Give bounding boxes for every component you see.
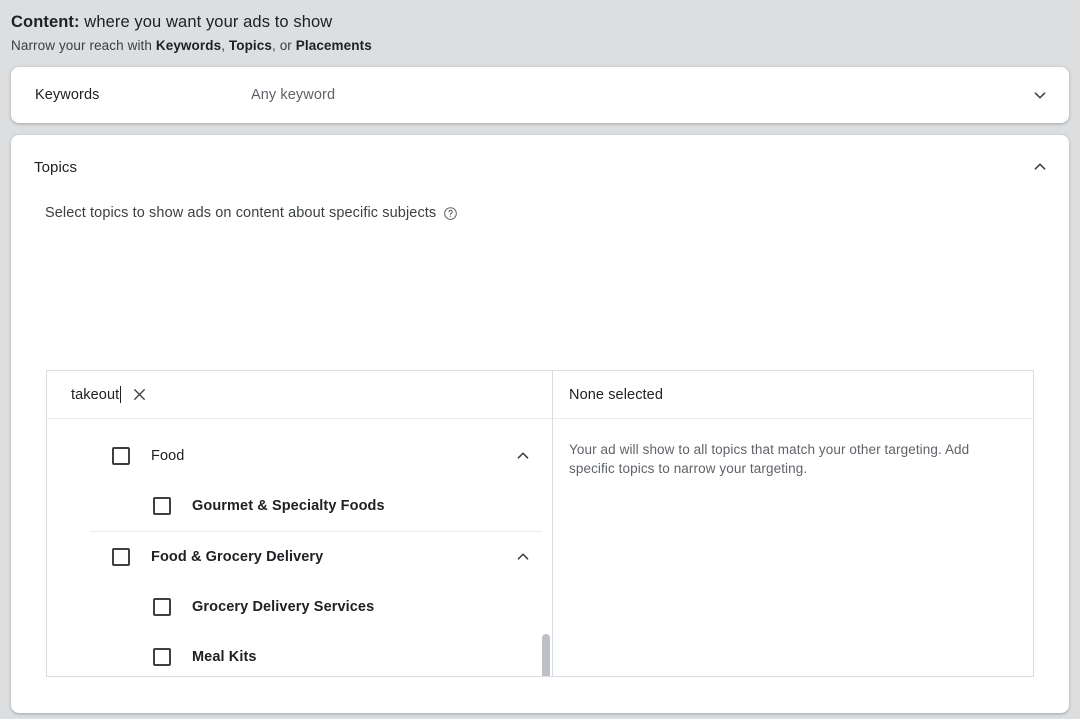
topic-picker-left: Food Gourmet & Specialty Foods [47,371,553,676]
selected-empty-message: Your ad will show to all topics that mat… [569,442,970,476]
page-subtitle: Narrow your reach with Keywords, Topics,… [11,36,1080,56]
topic-picker-right: None selected Your ad will show to all t… [553,371,1033,676]
page-header: Content: where you want your ads to show… [0,0,1080,56]
topics-title: Topics [34,158,78,176]
chevron-up-icon[interactable] [1029,156,1051,178]
checkbox[interactable] [112,447,130,465]
topic-picker: Food Gourmet & Specialty Foods [46,370,1034,677]
checkbox[interactable] [112,548,130,566]
topic-group: Food Gourmet & Specialty Foods [90,431,542,531]
checkbox[interactable] [153,497,171,515]
subtitle-prefix: Narrow your reach with [11,38,156,53]
subtitle-keywords: Keywords [155,38,222,53]
topics-card: Topics Select topics to show ads on cont… [11,135,1069,713]
chevron-down-icon[interactable] [1029,84,1051,106]
keywords-label: Keywords [35,87,100,103]
topic-node-label: Gourmet & Specialty Foods [192,498,385,514]
topic-node-parent[interactable]: Food [90,431,542,481]
topic-node-child[interactable]: Meal Kits [90,632,542,676]
topic-node-label: Meal Kits [192,649,257,665]
topics-description-row: Select topics to show ads on content abo… [11,178,1069,221]
help-circle-icon[interactable] [443,206,458,221]
page-title-strong: Content: [11,13,80,31]
topic-node-label: Grocery Delivery Services [192,599,375,615]
text-caret [120,386,121,403]
selected-count-label: None selected [553,371,1033,419]
topic-search-row[interactable] [47,371,552,419]
topic-node-parent[interactable]: Food & Grocery Delivery [90,532,542,582]
topic-tree[interactable]: Food Gourmet & Specialty Foods Food & Gr… [47,419,552,676]
chevron-up-icon[interactable] [512,445,534,467]
search-input[interactable] [71,386,121,403]
topics-description: Select topics to show ads on content abo… [45,205,437,221]
keywords-card[interactable]: Keywords Any keyword [11,67,1069,123]
topic-node-child[interactable]: Gourmet & Specialty Foods [90,481,542,531]
checkbox[interactable] [153,648,171,666]
topics-header[interactable]: Topics [11,135,1069,178]
page-title-rest: where you want your ads to show [79,13,333,31]
subtitle-topics: Topics [228,38,272,53]
subtitle-sep-2: , or [272,38,296,53]
subtitle-sep-1: , [221,38,229,53]
topic-group: Food & Grocery Delivery Grocery Delivery… [90,531,542,676]
chevron-up-icon[interactable] [512,546,534,568]
close-icon[interactable] [127,383,151,407]
tree-scrollbar[interactable] [540,419,552,676]
topic-node-child[interactable]: Grocery Delivery Services [90,582,542,632]
topic-node-label: Food [151,448,185,464]
topic-tree-inner: Food Gourmet & Specialty Foods Food & Gr… [47,431,552,676]
page-title: Content: where you want your ads to show [11,11,1080,33]
tree-scrollbar-thumb[interactable] [542,634,550,676]
subtitle-placements: Placements [295,38,372,53]
topic-node-label: Food & Grocery Delivery [151,549,324,565]
checkbox[interactable] [153,598,171,616]
keywords-value: Any keyword [251,87,336,103]
